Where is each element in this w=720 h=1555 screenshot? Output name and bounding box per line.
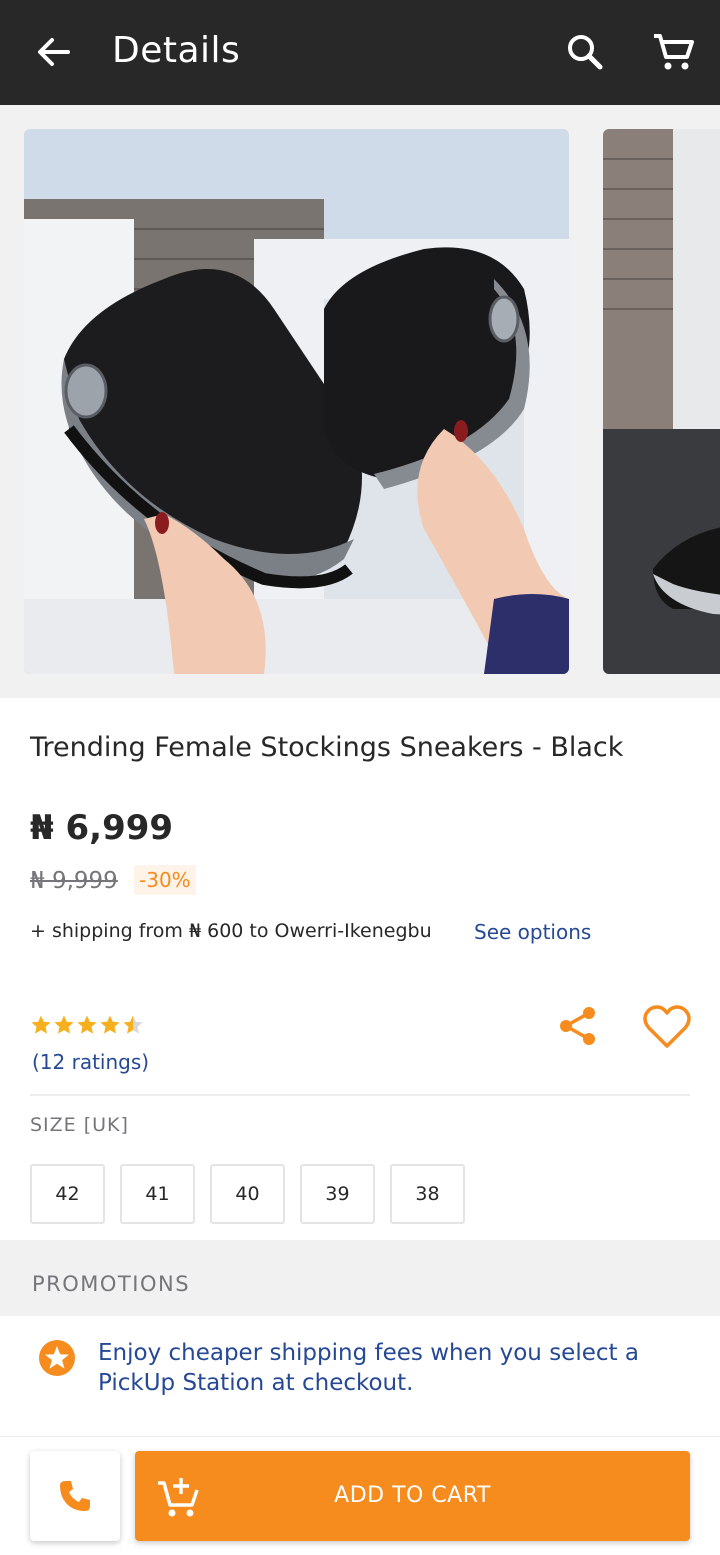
divider (30, 1094, 690, 1096)
cart-button[interactable] (648, 27, 698, 77)
page-title: Details (112, 30, 241, 71)
app-bar: Details (0, 0, 720, 105)
product-info: Trending Female Stockings Sneakers - Bla… (0, 698, 720, 1240)
ratings-count-link[interactable]: (12 ratings) (32, 1050, 149, 1074)
promotions-header: PROMOTIONS (0, 1240, 720, 1316)
product-title: Trending Female Stockings Sneakers - Bla… (30, 732, 624, 763)
product-photo-secondary[interactable] (603, 129, 720, 674)
share-icon (560, 1007, 595, 1045)
add-to-cart-label: ADD TO CART (334, 1483, 491, 1508)
call-button[interactable] (30, 1451, 120, 1541)
rating-stars (30, 1014, 144, 1040)
favorite-button[interactable] (642, 1004, 692, 1050)
shipping-info: + shipping from ₦ 600 to Owerri-Ikenegbu (30, 920, 432, 942)
size-option[interactable]: 38 (390, 1164, 465, 1224)
share-button[interactable] (556, 1004, 600, 1048)
arrow-left-icon (38, 38, 70, 66)
size-option[interactable]: 42 (30, 1164, 105, 1224)
promotion-text: Enjoy cheaper shipping fees when you sel… (98, 1340, 639, 1396)
product-photo[interactable] (24, 129, 569, 674)
cart-icon (654, 34, 694, 70)
size-option[interactable]: 41 (120, 1164, 195, 1224)
star-icon (54, 1015, 74, 1034)
size-option[interactable]: 39 (300, 1164, 375, 1224)
back-button[interactable] (28, 27, 78, 77)
see-options-link[interactable]: See options (474, 920, 591, 944)
star-icon (77, 1015, 97, 1034)
size-label: SIZE [UK] (30, 1114, 129, 1136)
promotion-item[interactable]: Enjoy cheaper shipping fees when you sel… (0, 1316, 720, 1436)
search-button[interactable] (560, 27, 610, 77)
discount-badge: -30% (134, 865, 196, 895)
star-icon (31, 1015, 51, 1034)
size-option[interactable]: 40 (210, 1164, 285, 1224)
add-to-cart-button[interactable]: ADD TO CART (135, 1451, 690, 1541)
heart-icon (643, 1005, 691, 1048)
star-icon (123, 1015, 143, 1034)
search-icon (568, 35, 603, 70)
old-price: ₦ 9,999 (30, 868, 118, 894)
product-price: ₦ 6,999 (30, 808, 174, 848)
star-badge-icon (39, 1340, 75, 1376)
product-photo-sneakers (24, 129, 569, 674)
size-options: 42 41 40 39 38 (30, 1164, 465, 1224)
bottom-action-bar: ADD TO CART (0, 1436, 720, 1555)
phone-icon (60, 1481, 90, 1511)
promotions-heading: PROMOTIONS (32, 1272, 191, 1296)
product-photo-sneakers-partial (603, 129, 720, 674)
star-icon (100, 1015, 120, 1034)
image-gallery[interactable] (0, 105, 720, 698)
